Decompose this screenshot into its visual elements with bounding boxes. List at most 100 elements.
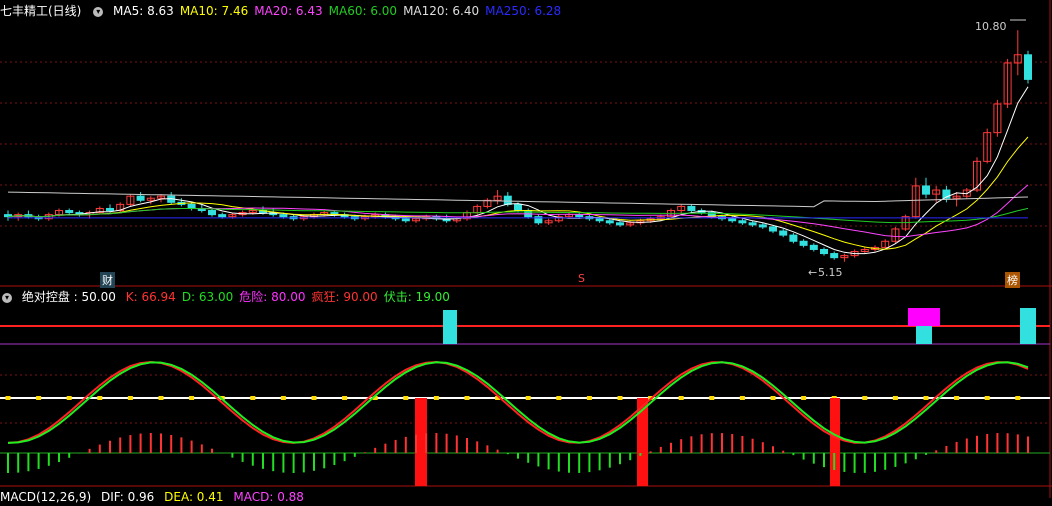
candle-body bbox=[831, 254, 838, 258]
macd-stick bbox=[425, 433, 427, 453]
macd-stick bbox=[476, 441, 478, 453]
macd-stick bbox=[578, 453, 580, 473]
collapse-icon[interactable]: ▾ bbox=[93, 7, 103, 17]
macd-stick bbox=[282, 453, 284, 473]
signal-dot bbox=[679, 396, 684, 400]
finance-marker[interactable]: 财 bbox=[100, 272, 115, 288]
macd-stick bbox=[242, 453, 244, 462]
macd-stick bbox=[38, 453, 40, 469]
signal-dot bbox=[250, 396, 255, 400]
candle-body bbox=[1025, 55, 1032, 80]
collapse-icon[interactable]: ▾ bbox=[2, 293, 12, 303]
macd-stick bbox=[140, 434, 142, 453]
signal-dot bbox=[281, 396, 286, 400]
ma-legend-item: MA250: 6.28 bbox=[485, 4, 561, 18]
macd-stick bbox=[966, 438, 968, 453]
signal-dot bbox=[954, 396, 959, 400]
macd-stick bbox=[293, 453, 295, 473]
candle-body bbox=[219, 215, 226, 217]
macd-stick bbox=[772, 446, 774, 453]
signal-dot bbox=[6, 396, 11, 400]
ma-line bbox=[8, 87, 1028, 254]
rank-marker[interactable]: 榜 bbox=[1005, 272, 1020, 288]
macd-stick bbox=[27, 453, 29, 471]
ma-legend-item: MA10: 7.46 bbox=[180, 4, 248, 18]
macd-stick bbox=[701, 434, 703, 453]
macd-stick bbox=[374, 448, 376, 453]
signal-dot bbox=[342, 396, 347, 400]
macd-stick bbox=[558, 453, 560, 472]
signal-dot bbox=[159, 396, 164, 400]
signal-dot bbox=[189, 396, 194, 400]
indicator-param: 危险: 80.00 bbox=[239, 290, 305, 304]
macd-stick bbox=[660, 447, 662, 453]
d-line bbox=[8, 362, 1028, 443]
candle-body bbox=[209, 211, 216, 215]
candle-body bbox=[402, 219, 409, 221]
candle-body bbox=[810, 245, 817, 249]
macd-stick bbox=[384, 444, 386, 453]
macd-stick bbox=[741, 436, 743, 453]
s-marker[interactable]: S bbox=[578, 272, 585, 285]
macd-stick bbox=[986, 434, 988, 453]
macd-stick bbox=[690, 436, 692, 453]
macd-value-label: MACD: 0.88 bbox=[233, 490, 304, 504]
signal-dot bbox=[434, 396, 439, 400]
macd-stick bbox=[446, 434, 448, 453]
signal-dot bbox=[771, 396, 776, 400]
signal-bar bbox=[637, 398, 648, 486]
macd-stick bbox=[843, 453, 845, 472]
indicator-header: ▾ 绝对控盘 : 50.00 K: 66.94D: 63.00危险: 80.00… bbox=[0, 288, 462, 306]
macd-stick bbox=[874, 453, 876, 472]
signal-dot bbox=[312, 396, 317, 400]
macd-stick bbox=[231, 453, 233, 458]
macd-stick bbox=[670, 443, 672, 453]
candle-body bbox=[576, 215, 583, 217]
macd-stick bbox=[58, 453, 60, 462]
signal-dot bbox=[97, 396, 102, 400]
macd-stick bbox=[854, 453, 856, 473]
signal-dot bbox=[893, 396, 898, 400]
macd-stick bbox=[150, 433, 152, 453]
macd-stick bbox=[507, 453, 509, 454]
macd-stick bbox=[711, 433, 713, 453]
candle-body bbox=[137, 196, 144, 200]
macd-stick bbox=[813, 453, 815, 464]
macd-stick bbox=[252, 453, 254, 466]
macd-stick bbox=[752, 439, 754, 453]
macd-stick bbox=[1017, 434, 1019, 453]
candle-body bbox=[606, 221, 613, 223]
macd-stick bbox=[497, 450, 499, 453]
macd-stick bbox=[915, 453, 917, 459]
signal-dot bbox=[801, 396, 806, 400]
stock-title: 七丰精工(日线) bbox=[0, 4, 81, 18]
candle-body bbox=[596, 219, 603, 221]
macd-stick bbox=[415, 435, 417, 453]
macd-stick bbox=[109, 441, 111, 453]
stock-chart-window[interactable]: 七丰精工(日线) ▾ MA5: 8.63MA10: 7.46MA20: 6.43… bbox=[0, 0, 1052, 498]
signal-dot bbox=[709, 396, 714, 400]
macd-stick bbox=[456, 435, 458, 453]
macd-stick bbox=[956, 442, 958, 453]
macd-stick bbox=[486, 445, 488, 453]
candle-body bbox=[790, 235, 797, 241]
indicator-param: 疯狂: 90.00 bbox=[311, 290, 377, 304]
chart-canvas[interactable] bbox=[0, 0, 1052, 498]
macd-stick bbox=[650, 451, 652, 453]
macd-stick bbox=[313, 453, 315, 471]
candle-body bbox=[66, 211, 73, 213]
macd-stick bbox=[333, 453, 335, 465]
ma-legend-item: MA20: 6.43 bbox=[254, 4, 322, 18]
candle-body bbox=[770, 227, 777, 231]
signal-bar bbox=[830, 398, 840, 486]
macd-stick bbox=[68, 453, 70, 458]
macd-stick bbox=[588, 453, 590, 472]
indicator-param: 伏击: 19.00 bbox=[384, 290, 450, 304]
macd-stick bbox=[119, 437, 121, 453]
macd-stick bbox=[211, 449, 213, 453]
signal-dot bbox=[526, 396, 531, 400]
macd-stick bbox=[1007, 433, 1009, 453]
signal-dot bbox=[618, 396, 623, 400]
macd-stick bbox=[395, 440, 397, 453]
signal-dot bbox=[587, 396, 592, 400]
